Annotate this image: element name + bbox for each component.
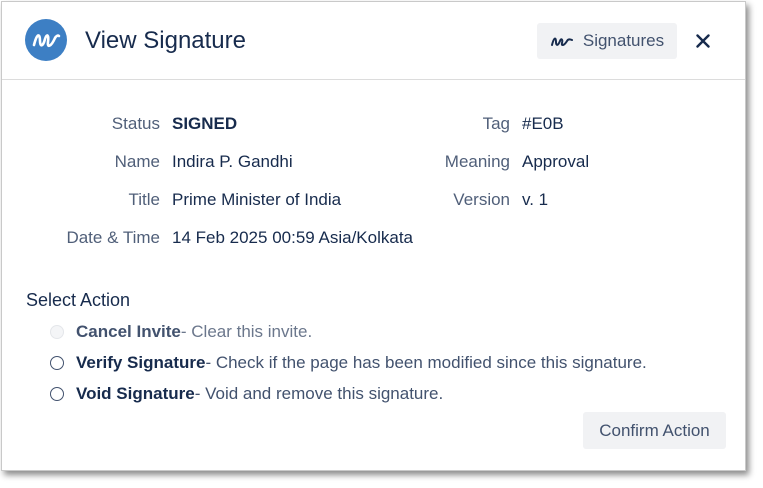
datetime-row: Date & Time 14 Feb 2025 00:59 Asia/Kolka… (2, 226, 747, 250)
datetime-value: 14 Feb 2025 00:59 Asia/Kolkata (172, 228, 414, 247)
signature-icon (550, 37, 573, 47)
title-row: Title Prime Minister of India Version v.… (2, 188, 747, 212)
meaning-label: Meaning (444, 152, 510, 171)
void-signature-description: - Void and remove this signature. (194, 384, 444, 403)
verify-signature-description: - Check if the page has been modified si… (205, 353, 647, 372)
name-label: Name (114, 152, 160, 171)
cancel-invite-radio (50, 325, 64, 339)
confirm-action-button[interactable]: Confirm Action (583, 412, 726, 449)
tag-value: #E0B (522, 114, 564, 133)
title-value: Prime Minister of India (172, 190, 342, 209)
title-label: Title (128, 190, 161, 209)
cancel-invite-name: Cancel Invite (76, 322, 181, 341)
meaning-value: Approval (522, 152, 590, 171)
datetime-label: Date & Time (66, 228, 160, 247)
view-signature-dialog: View Signature Signatures Status SIGNED … (1, 1, 746, 471)
signature-scribble-icon (25, 19, 67, 61)
option-void-signature[interactable]: Void Signature - Void and remove this si… (50, 382, 443, 406)
name-value: Indira P. Gandhi (172, 152, 293, 171)
select-action-heading: Select Action (26, 290, 131, 310)
void-signature-name: Void Signature (76, 384, 195, 403)
name-row: Name Indira P. Gandhi Meaning Approval (2, 150, 747, 174)
status-label: Status (111, 114, 160, 133)
close-icon (696, 34, 710, 48)
cancel-invite-description: - Clear this invite. (180, 322, 313, 341)
verify-signature-name: Verify Signature (76, 353, 206, 372)
verify-signature-radio[interactable] (50, 356, 64, 370)
close-button[interactable] (690, 28, 716, 54)
version-label: Version (453, 190, 510, 209)
signatures-button[interactable]: Signatures (537, 23, 677, 59)
dialog-title: View Signature (85, 27, 246, 54)
option-verify-signature[interactable]: Verify Signature - Check if the page has… (50, 351, 647, 375)
dialog-header: View Signature Signatures (2, 2, 745, 80)
option-cancel-invite: Cancel Invite - Clear this invite. (50, 320, 312, 344)
void-signature-radio[interactable] (50, 387, 64, 401)
signatures-button-label: Signatures (582, 31, 665, 50)
status-row: Status SIGNED Tag #E0B (2, 112, 747, 136)
status-value: SIGNED (172, 114, 238, 133)
tag-label: Tag (482, 114, 510, 133)
version-value: v. 1 (522, 190, 549, 209)
